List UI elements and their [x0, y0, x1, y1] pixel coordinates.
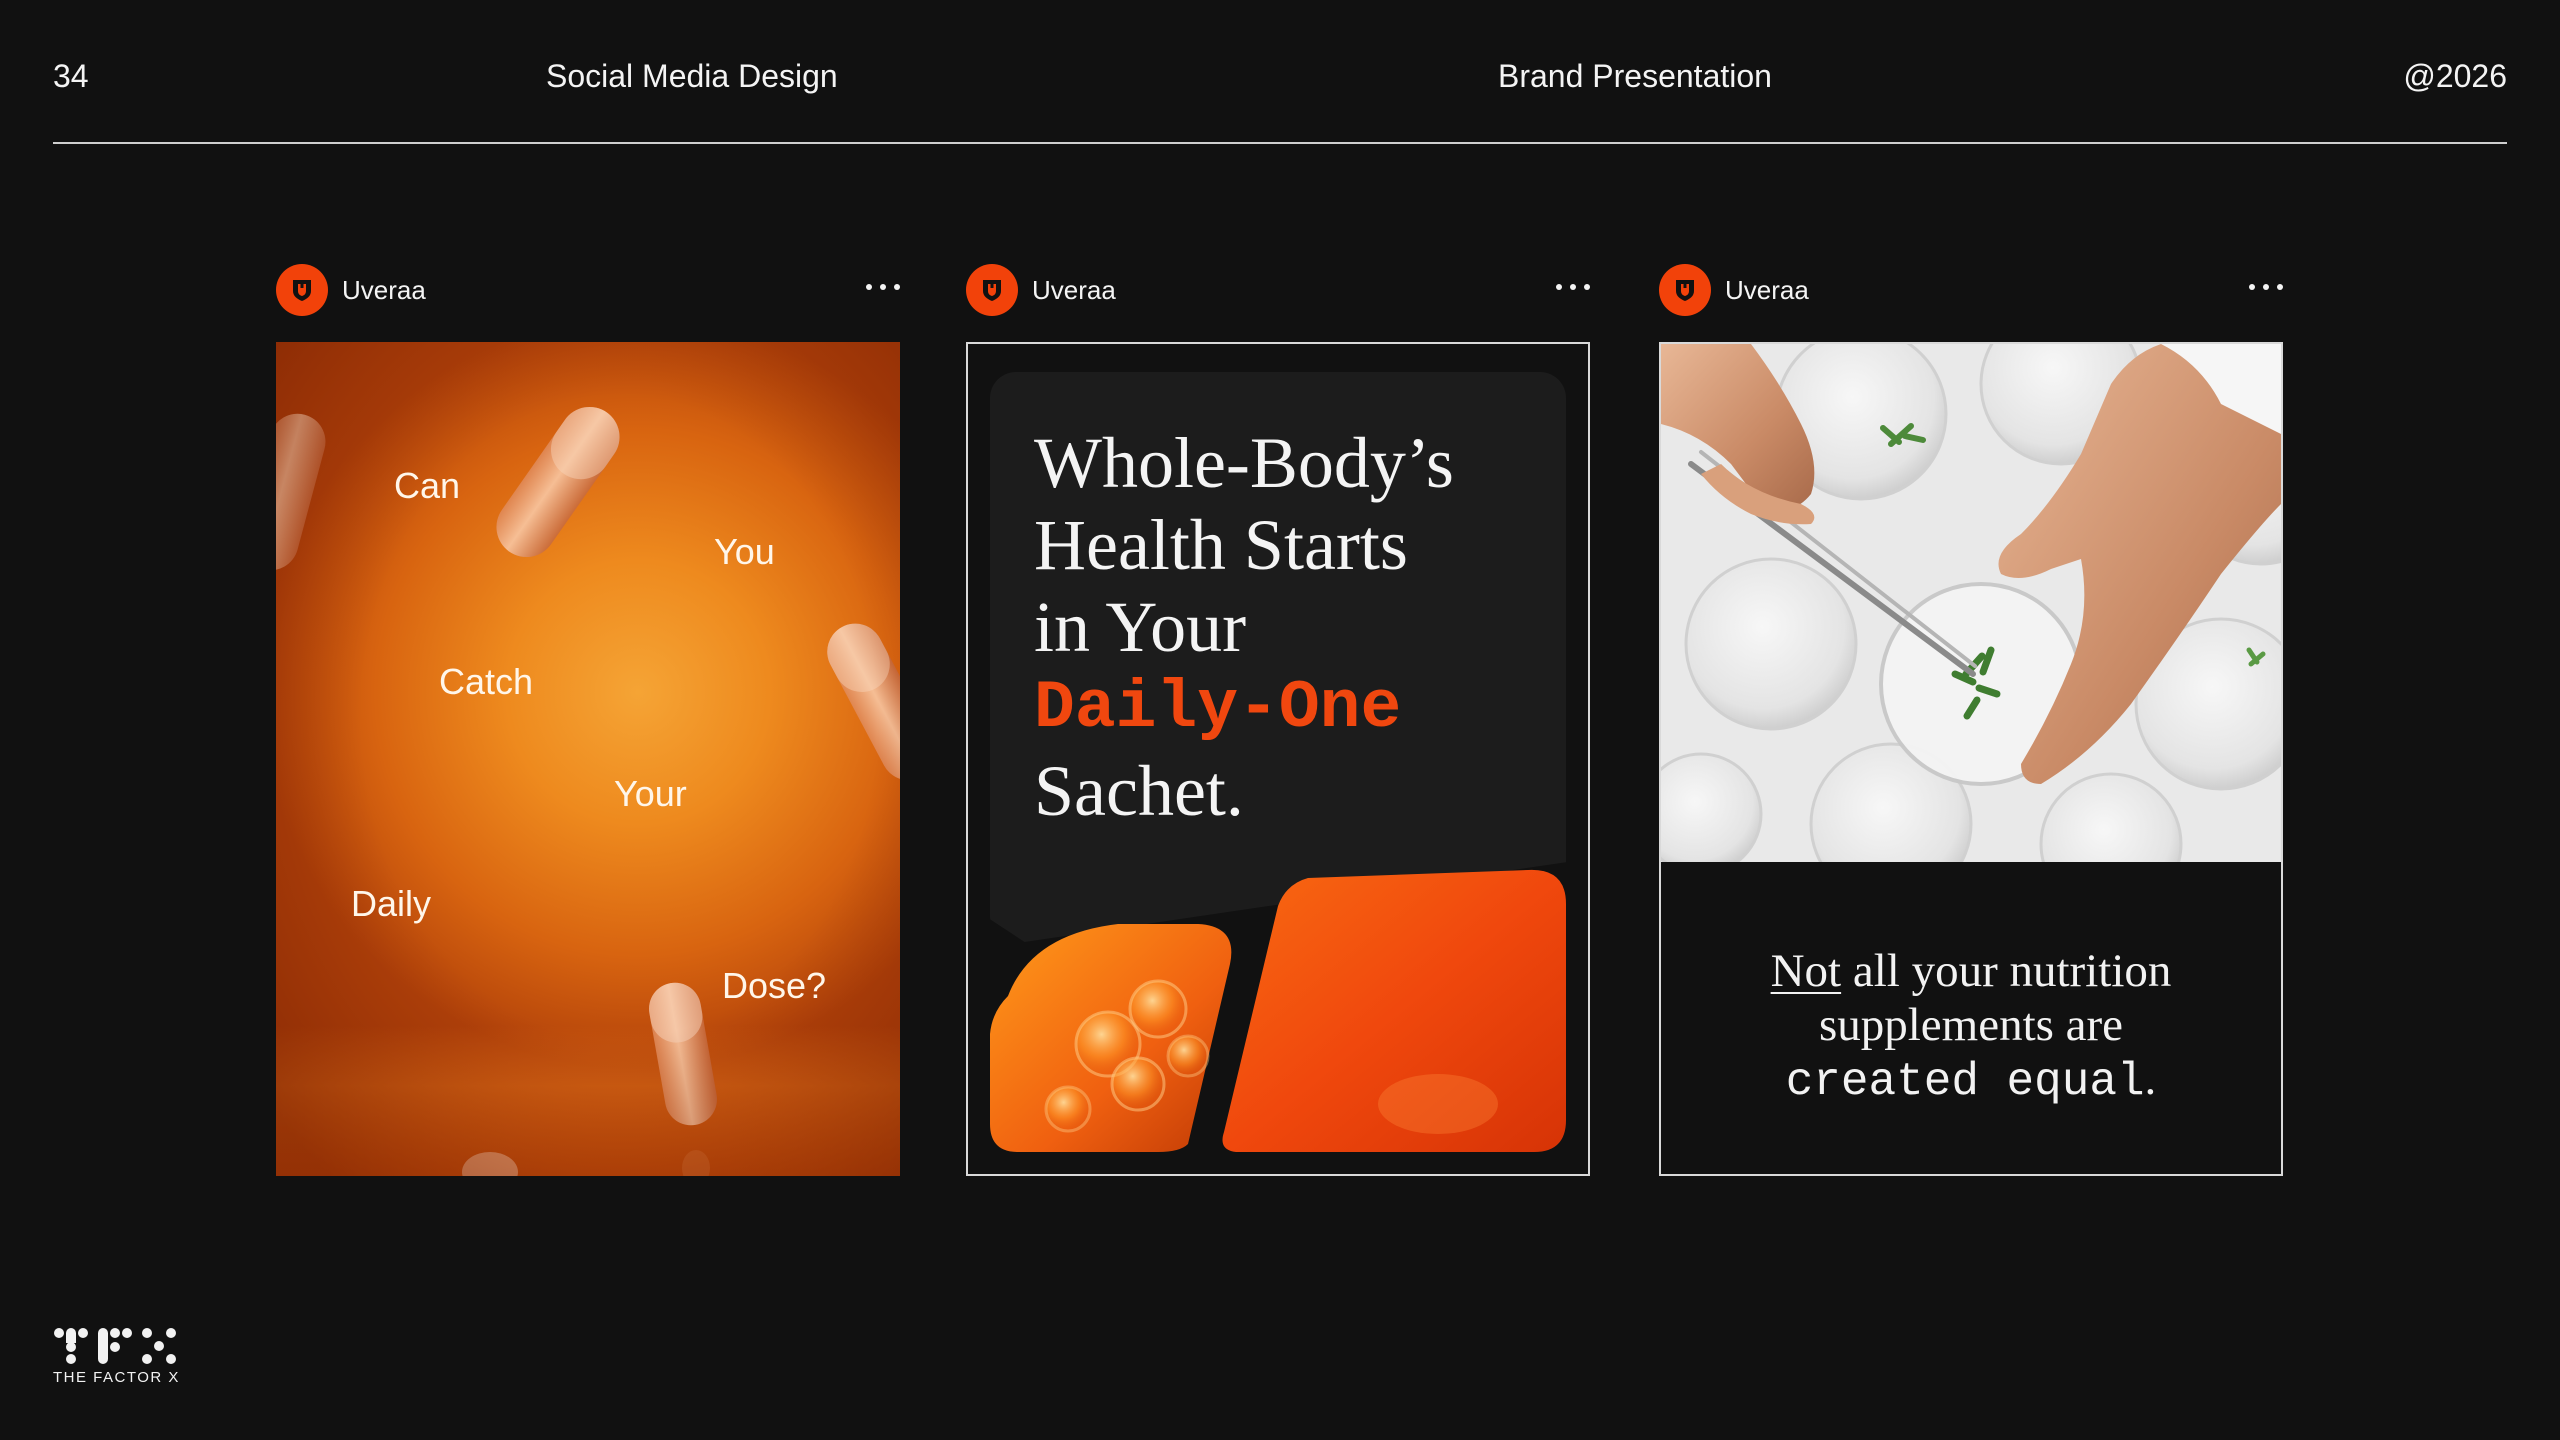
post-image: Not all your nutrition supplements are c…: [1659, 342, 2283, 1176]
section-title: Social Media Design: [546, 58, 838, 94]
headline-line: Whole-Body’s: [1034, 423, 1454, 503]
post-image: Whole-Body’s Health Starts in Your Daily…: [966, 342, 1590, 1176]
shield-logo-icon: [983, 280, 1001, 301]
post-headline: Whole-Body’s Health Starts in Your Daily…: [1034, 422, 1534, 832]
word-your: Your: [614, 773, 687, 814]
brand-logo: THE FACTOR X: [53, 1327, 180, 1386]
shield-logo-icon: [1676, 280, 1694, 301]
headline-line: Sachet.: [1034, 751, 1244, 831]
post-header: Uveraa: [966, 262, 1590, 318]
social-post-capsules: Uveraa Can You Catch Your Daily Dose?: [276, 262, 900, 1176]
caption-underlined-word: Not: [1770, 945, 1842, 997]
avatar[interactable]: [1659, 264, 1711, 316]
more-horizontal-icon[interactable]: [866, 284, 900, 290]
word-catch: Catch: [439, 661, 534, 702]
account-name[interactable]: Uveraa: [1032, 274, 1116, 306]
headline-line: in Your: [1034, 587, 1247, 667]
social-post-lab: Uveraa Not all your nutrition supplement…: [1659, 262, 2283, 1176]
caption-text: all your nutrition: [1841, 945, 2172, 997]
caption-text: supplements are: [1818, 999, 2124, 1051]
post-caption: Not all your nutrition supplements are c…: [1661, 944, 2281, 1109]
factor-x-logo-icon: [54, 1328, 176, 1364]
more-horizontal-icon[interactable]: [2249, 284, 2283, 290]
headline-line: Health Starts: [1034, 505, 1408, 585]
caption-mono-text: created equal: [1785, 1056, 2145, 1108]
avatar[interactable]: [276, 264, 328, 316]
lab-photo: [1661, 344, 2281, 862]
logo-wordmark: THE FACTOR X: [53, 1369, 180, 1386]
caption-period: .: [2144, 1053, 2157, 1105]
word-dose: Dose?: [722, 965, 827, 1006]
page-number: 34: [53, 58, 89, 94]
account-name[interactable]: Uveraa: [1725, 274, 1809, 306]
post-image: Can You Catch Your Daily Dose?: [276, 342, 900, 1176]
word-daily: Daily: [351, 883, 432, 924]
word-you: You: [714, 531, 775, 572]
year-label: @2026: [2403, 58, 2507, 94]
more-horizontal-icon[interactable]: [1556, 284, 1590, 290]
account-name[interactable]: Uveraa: [342, 274, 426, 306]
presentation-title: Brand Presentation: [1498, 58, 1772, 94]
word-can: Can: [394, 465, 461, 506]
header-divider: [53, 142, 2507, 144]
post-header: Uveraa: [1659, 262, 2283, 318]
post-header: Uveraa: [276, 262, 900, 318]
social-post-sachet: Uveraa Whole-Body’s Health Starts in You…: [966, 262, 1590, 1176]
shield-logo-icon: [293, 280, 311, 301]
headline-accent: Daily-One: [1034, 670, 1402, 747]
avatar[interactable]: [966, 264, 1018, 316]
page-header: 34 Social Media Design Brand Presentatio…: [53, 0, 2507, 143]
